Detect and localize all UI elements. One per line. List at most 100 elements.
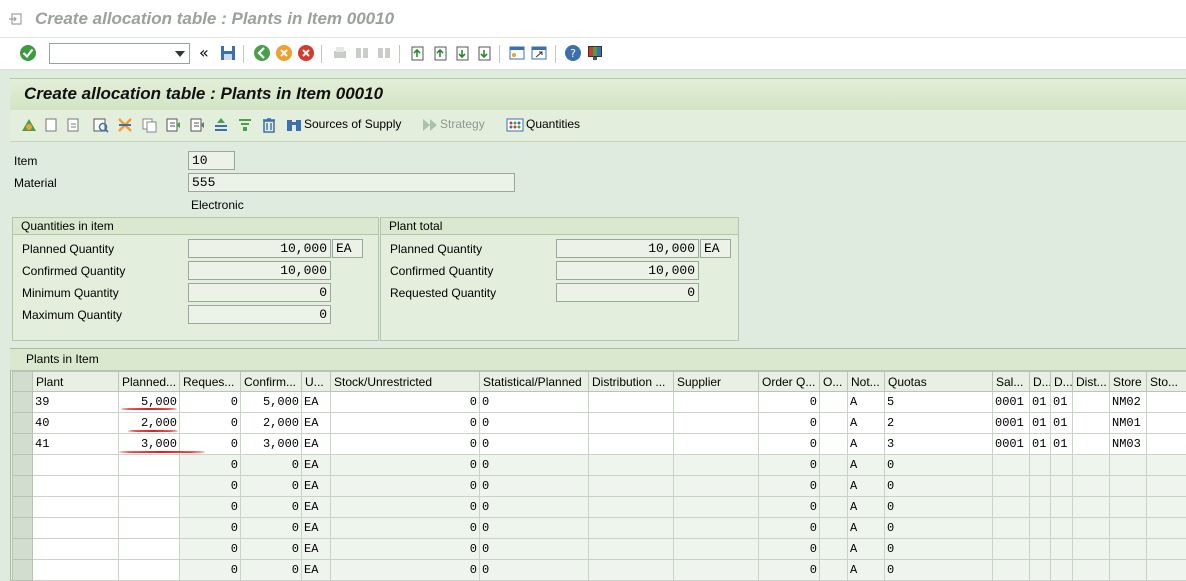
cell-store[interactable]: NM01 [1109, 412, 1147, 434]
cell-order-qty[interactable]: 0 [758, 412, 820, 434]
detail-icon[interactable] [92, 116, 110, 134]
cell-plant[interactable]: 41 [32, 433, 119, 455]
cell-requested[interactable]: 0 [179, 517, 241, 539]
shortcut-icon[interactable] [530, 44, 548, 62]
column-header[interactable]: U... [301, 371, 331, 392]
cell-requested[interactable]: 0 [179, 538, 241, 560]
row-selector[interactable] [12, 496, 33, 518]
cell-order-qty[interactable]: 0 [758, 538, 820, 560]
cell-unit[interactable]: EA [301, 412, 331, 434]
material-field[interactable]: 555 [188, 173, 515, 192]
cell-plant[interactable]: 40 [32, 412, 119, 434]
cell-not[interactable]: A [847, 454, 885, 476]
cell-quotas[interactable]: 0 [884, 538, 993, 560]
item-field[interactable]: 10 [188, 151, 235, 170]
cell-statistical[interactable]: 0 [479, 475, 589, 497]
column-header[interactable]: Supplier [673, 371, 759, 392]
column-header[interactable]: Confirm... [240, 371, 302, 392]
cell-stock[interactable]: 0 [330, 559, 480, 581]
cell-order-qty[interactable]: 0 [758, 391, 820, 413]
cell-o[interactable] [819, 559, 848, 581]
cell-d1[interactable] [1029, 496, 1051, 518]
cell-store[interactable] [1109, 454, 1147, 476]
cell-sto[interactable] [1146, 433, 1186, 455]
exit-icon[interactable] [275, 44, 293, 62]
cell-sales[interactable] [992, 517, 1030, 539]
cell-d1[interactable] [1029, 538, 1051, 560]
cell-o[interactable] [819, 412, 848, 434]
cell-d1[interactable] [1029, 454, 1051, 476]
previous-page-icon[interactable] [431, 44, 449, 62]
column-header[interactable]: Dist... [1072, 371, 1110, 392]
column-header[interactable]: Planned... [118, 371, 180, 392]
select-all-column-header[interactable] [12, 371, 33, 392]
cell-not[interactable]: A [847, 433, 885, 455]
cell-distribution[interactable] [588, 559, 674, 581]
cell-sto[interactable] [1146, 559, 1186, 581]
select-all-icon[interactable] [20, 116, 38, 134]
column-header[interactable]: Order Q... [758, 371, 820, 392]
column-header[interactable]: Statistical/Planned [479, 371, 589, 392]
column-header[interactable]: Sto... [1146, 371, 1186, 392]
cell-statistical[interactable]: 0 [479, 412, 589, 434]
cell-order-qty[interactable]: 0 [758, 559, 820, 581]
cell-distribution[interactable] [588, 496, 674, 518]
cell-o[interactable] [819, 433, 848, 455]
cell-o[interactable] [819, 475, 848, 497]
cell-sales[interactable] [992, 496, 1030, 518]
cell-order-qty[interactable]: 0 [758, 433, 820, 455]
plant-confirmed-quantity-field[interactable]: 10,000 [556, 261, 699, 280]
cell-statistical[interactable]: 0 [479, 391, 589, 413]
cell-o[interactable] [819, 496, 848, 518]
cell-sto[interactable] [1146, 475, 1186, 497]
cell-confirmed[interactable]: 0 [240, 559, 302, 581]
cell-planned[interactable] [118, 475, 180, 497]
cell-statistical[interactable]: 0 [479, 433, 589, 455]
cell-d1[interactable]: 01 [1029, 433, 1051, 455]
column-header[interactable]: Sal... [992, 371, 1030, 392]
cell-stock[interactable]: 0 [330, 475, 480, 497]
cell-d2[interactable] [1050, 454, 1073, 476]
cell-quotas[interactable]: 0 [884, 454, 993, 476]
paste-icon[interactable] [64, 116, 82, 134]
row-selector[interactable] [12, 475, 33, 497]
cell-requested[interactable]: 0 [179, 559, 241, 581]
cell-unit[interactable]: EA [301, 454, 331, 476]
confirmed-quantity-field[interactable]: 10,000 [188, 261, 331, 280]
cell-store[interactable]: NM03 [1109, 433, 1147, 455]
cell-plant[interactable] [32, 517, 119, 539]
cell-sto[interactable] [1146, 391, 1186, 413]
strategy-button[interactable]: Strategy [440, 117, 485, 131]
next-page-icon[interactable] [453, 44, 471, 62]
cell-confirmed[interactable]: 0 [240, 517, 302, 539]
cell-planned[interactable] [118, 538, 180, 560]
cell-distribution[interactable] [588, 412, 674, 434]
cell-dist[interactable] [1072, 517, 1110, 539]
column-header[interactable]: Plant [32, 371, 119, 392]
cell-store[interactable] [1109, 475, 1147, 497]
cell-supplier[interactable] [673, 538, 759, 560]
find-next-icon[interactable] [375, 44, 393, 62]
quantities-button[interactable]: Quantities [526, 117, 580, 131]
cell-confirmed[interactable]: 0 [240, 475, 302, 497]
binoculars-icon[interactable] [285, 116, 303, 134]
maximum-quantity-field[interactable]: 0 [188, 305, 331, 324]
minimum-quantity-field[interactable]: 0 [188, 283, 331, 302]
cell-stock[interactable]: 0 [330, 433, 480, 455]
cell-o[interactable] [819, 517, 848, 539]
cell-plant[interactable]: 39 [32, 391, 119, 413]
cell-d2[interactable] [1050, 538, 1073, 560]
cell-dist[interactable] [1072, 559, 1110, 581]
first-page-icon[interactable] [408, 44, 426, 62]
cell-dist[interactable] [1072, 496, 1110, 518]
save-icon[interactable] [219, 44, 237, 62]
cell-plant[interactable] [32, 559, 119, 581]
cell-distribution[interactable] [588, 475, 674, 497]
cell-supplier[interactable] [673, 391, 759, 413]
double-chevron-left-icon[interactable]: « [199, 43, 209, 62]
cell-not[interactable]: A [847, 496, 885, 518]
cell-dist[interactable] [1072, 391, 1110, 413]
cell-quotas[interactable]: 2 [884, 412, 993, 434]
cell-statistical[interactable]: 0 [479, 496, 589, 518]
cell-dist[interactable] [1072, 475, 1110, 497]
